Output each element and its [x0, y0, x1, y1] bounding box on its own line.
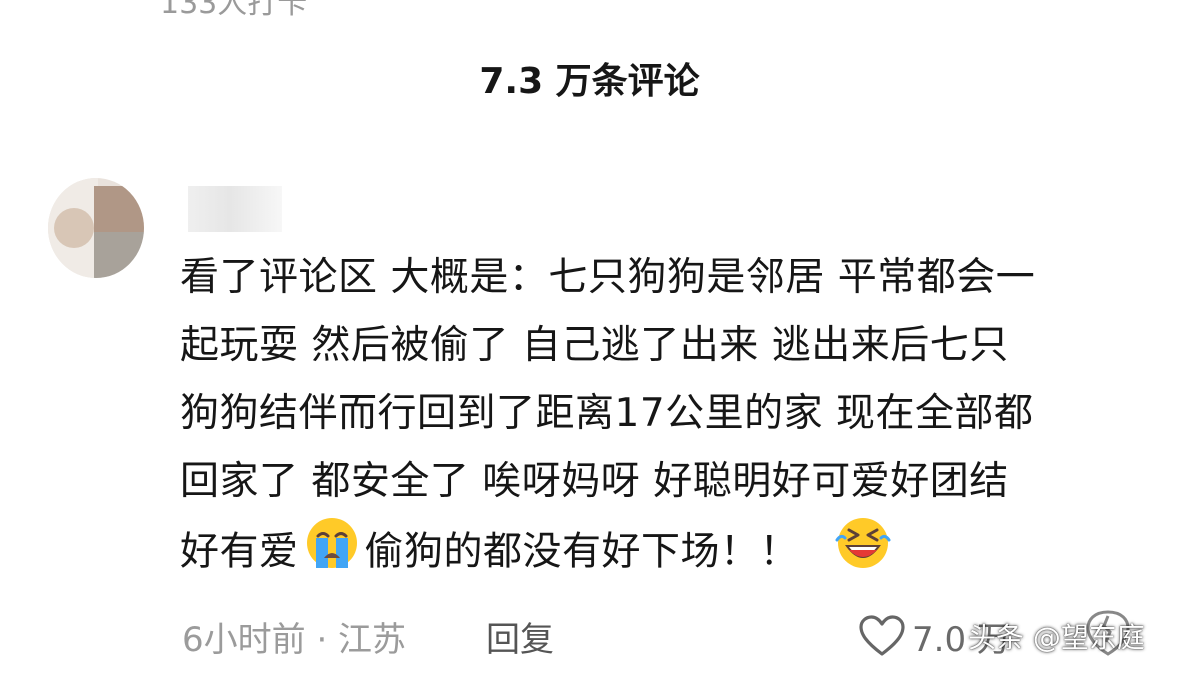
avatar[interactable] — [48, 178, 144, 278]
comment-line-2: 起玩耍 然后被偷了 自己逃了出来 逃出来后七只 — [180, 323, 1009, 368]
comment-text: 看了评论区 大概是：七只狗狗是邻居 平常都会一 起玩耍 然后被偷了 自己逃了出来… — [180, 244, 1140, 584]
comment-line-1: 看了评论区 大概是：七只狗狗是邻居 平常都会一 — [180, 255, 1036, 300]
previous-item-cutoff-text: 133人打卡 — [160, 0, 308, 21]
watermark-text: 头条 @望东庭 — [968, 621, 1145, 654]
comment-line-4: 回家了 都安全了 唉呀妈呀 好聪明好可爱好团结 — [180, 459, 1009, 504]
comment-line-5: 好有爱 偷狗的都没有好下场！！ — [180, 516, 1140, 584]
comment-time-location: 6小时前 · 江苏 — [182, 619, 407, 660]
comment-line-5-text-b: 偷狗的都没有好下场！！ — [364, 529, 800, 575]
comments-count-header: 7.3 万条评论 — [479, 61, 700, 102]
username-blurred[interactable] — [188, 186, 282, 232]
comment-line-3: 狗狗结伴而行回到了距离17公里的家 现在全部都 — [180, 391, 1034, 436]
reply-button[interactable]: 回复 — [486, 610, 554, 662]
grinning-squinting-face-icon — [833, 516, 893, 592]
heart-icon — [859, 615, 905, 656]
comment-line-5-text-a: 好有爱 — [180, 529, 299, 575]
loudly-crying-face-icon — [305, 516, 359, 592]
